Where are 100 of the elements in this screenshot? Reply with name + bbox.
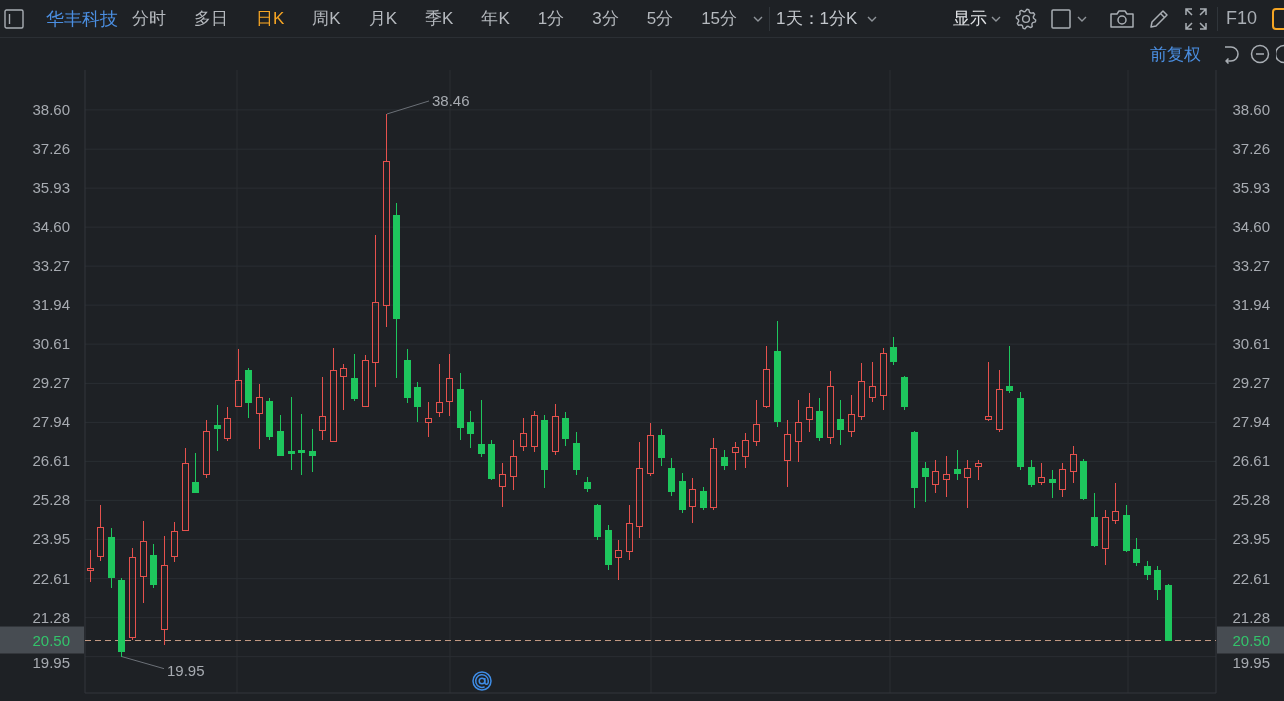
price-axis-label: 19.95 (1232, 653, 1270, 671)
price-axis-label: 26.61 (1232, 452, 1270, 470)
candlestick (457, 372, 464, 441)
candlestick (1102, 509, 1109, 566)
period-tab[interactable]: 1分 (523, 3, 579, 34)
price-axis-label: 34.60 (32, 218, 70, 236)
period-tab[interactable]: 日K (242, 3, 299, 34)
candlestick (985, 361, 992, 422)
candlestick (1154, 565, 1161, 601)
price-axis-label: 31.94 (32, 296, 70, 314)
candlestick (700, 486, 707, 511)
candlestick (319, 376, 326, 441)
candlestick (171, 521, 178, 563)
display-dropdown[interactable]: 显示 (952, 7, 1001, 30)
sidebar-toggle-icon[interactable] (4, 8, 24, 29)
price-axis-label: 26.61 (32, 452, 70, 470)
candlestick (87, 549, 94, 583)
period-tab[interactable]: 3分 (578, 3, 633, 34)
candlestick (1006, 345, 1013, 394)
period-tab[interactable]: 季K (411, 3, 468, 34)
price-axis-label: 35.93 (1232, 179, 1270, 197)
candlestick (901, 375, 908, 411)
candlestick (277, 414, 284, 457)
price-adjustment-button[interactable]: 前复权 (1150, 42, 1201, 66)
minus-circle-icon[interactable] (1250, 44, 1270, 64)
candlestick (340, 363, 347, 411)
fullscreen-icon[interactable] (1184, 7, 1207, 30)
candlestick (1028, 459, 1035, 488)
price-axis-label: 37.26 (1232, 140, 1270, 158)
candlestick (309, 428, 316, 473)
candlestick (214, 404, 221, 452)
candlestick (404, 348, 411, 404)
candlestick (414, 381, 421, 423)
pencil-icon[interactable] (1148, 8, 1169, 29)
price-axis-label: 35.93 (32, 179, 70, 197)
price-axis-label: 29.27 (1232, 374, 1270, 392)
candlestick (266, 397, 273, 441)
period-tab[interactable]: 分时 (118, 3, 180, 34)
price-axis-label: 27.94 (32, 413, 70, 431)
candlestick (351, 353, 358, 402)
candlestick (679, 472, 686, 514)
candlestick (784, 419, 791, 488)
candlestick (467, 410, 474, 449)
camera-icon[interactable] (1108, 8, 1135, 29)
price-axis-label: 34.60 (1232, 218, 1270, 236)
candlestick (362, 354, 369, 407)
price-axis-label: 31.94 (1232, 296, 1270, 314)
candlestick (425, 401, 432, 438)
period-tab[interactable]: 多日 (180, 3, 242, 34)
candlestick (869, 361, 876, 403)
candlestick (446, 353, 453, 417)
period-tab[interactable]: 月K (354, 3, 412, 34)
price-axis-label: 25.28 (32, 491, 70, 509)
period-tab[interactable]: 5分 (632, 3, 688, 34)
f10-button[interactable]: F10 (1225, 8, 1257, 29)
candlestick (975, 459, 982, 481)
candlestick (1133, 537, 1140, 567)
candlestick (658, 428, 665, 467)
candlestick (890, 336, 897, 366)
chevron-down-icon[interactable] (753, 15, 764, 22)
candlestick (584, 476, 591, 493)
chevron-down-icon (990, 15, 1001, 22)
candlestick (499, 462, 506, 508)
candlestick (594, 503, 601, 541)
candlestick (742, 432, 749, 469)
candlestick (763, 345, 770, 409)
at-sign-icon[interactable] (472, 671, 492, 691)
candlestick (531, 410, 538, 453)
period-tab[interactable]: 15分 (687, 3, 752, 34)
chevron-down-icon (1076, 15, 1087, 22)
square-icon (1050, 8, 1071, 29)
candlestick (668, 457, 675, 497)
price-axis-label: 29.27 (32, 374, 70, 392)
period-tab[interactable]: 年K (467, 3, 524, 34)
price-axis-label: 25.28 (1232, 491, 1270, 509)
candlestick (689, 477, 696, 524)
price-axis-label: 37.26 (32, 140, 70, 158)
candlestick (488, 439, 495, 481)
candlestick (806, 392, 813, 433)
candlestick (97, 504, 104, 562)
settings-icon[interactable] (1014, 7, 1037, 30)
stock-name[interactable]: 华丰科技 (46, 6, 118, 31)
candlestick (943, 455, 950, 498)
interval-dropdown[interactable]: 1天：1分K (776, 7, 878, 30)
candlestick (954, 449, 961, 481)
price-axis-label: 38.60 (32, 100, 70, 118)
price-axis-label: 38.60 (1232, 100, 1270, 118)
price-axis-label: 30.61 (1232, 335, 1270, 353)
price-axis-label: 27.94 (1232, 413, 1270, 431)
price-axis-label: 19.95 (32, 653, 70, 671)
leader-line (121, 656, 165, 670)
candlestick (1038, 462, 1045, 486)
current-price-tag: 20.50 (0, 626, 84, 654)
candlestick (1144, 560, 1151, 581)
candlestick (837, 399, 844, 446)
candlestick (1049, 469, 1056, 499)
period-tab[interactable]: 周K (298, 3, 355, 34)
candlestick (880, 347, 887, 411)
chart-style-dropdown[interactable] (1050, 8, 1087, 29)
candlestick (150, 543, 157, 589)
